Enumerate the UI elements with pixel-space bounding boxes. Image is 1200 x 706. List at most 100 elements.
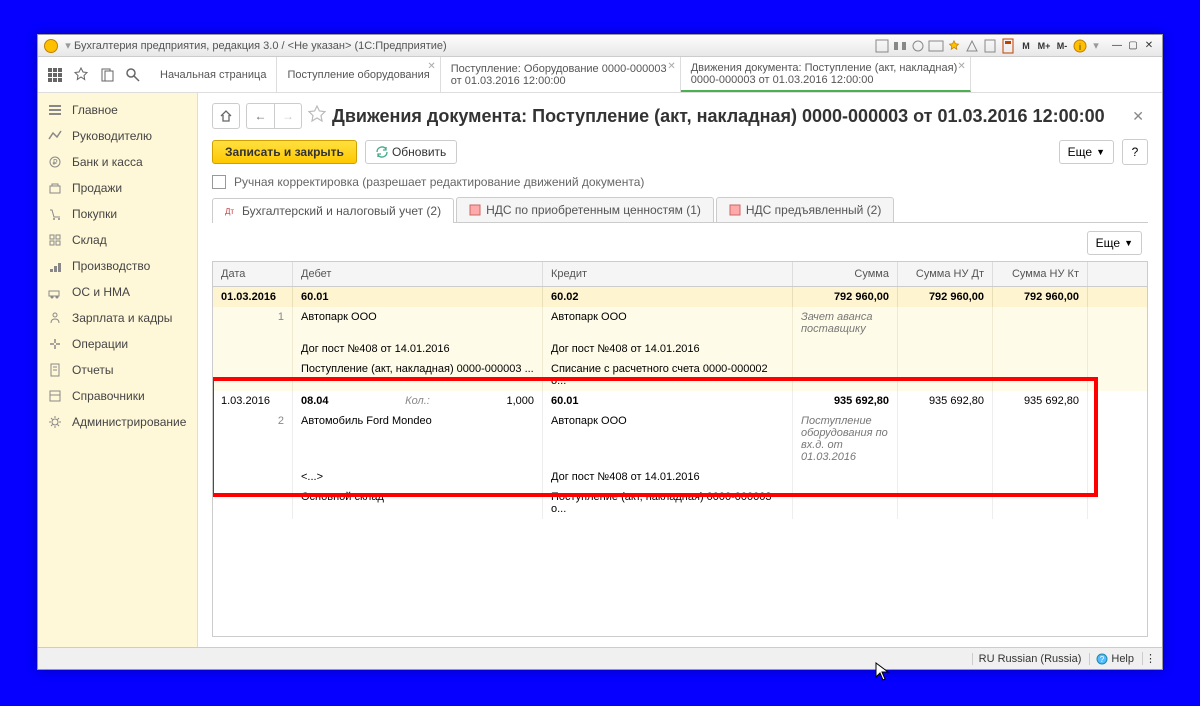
zoom-mminus[interactable]: M- xyxy=(1054,39,1070,53)
sidebar-label: Отчеты xyxy=(72,363,113,377)
info-dropdown[interactable]: ▾ xyxy=(1090,39,1102,52)
grid-header: Дата Дебет Кредит Сумма Сумма НУ Дт Сумм… xyxy=(213,262,1147,287)
tab-label: Движения документа: Поступление (акт, на… xyxy=(691,62,960,74)
col-credit[interactable]: Кредит xyxy=(543,262,793,286)
tab-close-icon[interactable]: ✕ xyxy=(667,61,675,72)
tab-equipment[interactable]: Поступление оборудования ✕ xyxy=(277,57,440,92)
sidebar: Главное Руководителю ₽Банк и касса Прода… xyxy=(38,93,198,647)
titlebar: ▾ Бухгалтерия предприятия, редакция 3.0 … xyxy=(38,35,1162,57)
favorite-toggle[interactable] xyxy=(308,105,326,128)
manual-edit-checkbox[interactable] xyxy=(212,175,226,189)
status-lang[interactable]: RU Russian (Russia) xyxy=(972,653,1082,665)
sidebar-label: Склад xyxy=(72,233,107,247)
grid-body: 01.03.2016 60.01 60.02 792 960,00 792 96… xyxy=(213,287,1147,519)
sidebar-item-salary[interactable]: Зарплата и кадры xyxy=(38,305,197,331)
svg-text:i: i xyxy=(1079,42,1081,52)
sidebar-item-admin[interactable]: Администрирование xyxy=(38,409,197,435)
zoom-m[interactable]: M xyxy=(1018,39,1034,53)
subtab-label: НДС по приобретенным ценностям (1) xyxy=(486,203,701,217)
info-icon[interactable]: i xyxy=(1072,39,1088,53)
sidebar-item-stock[interactable]: Склад xyxy=(38,227,197,253)
grid-more-button[interactable]: Еще ▼ xyxy=(1087,231,1142,255)
svg-text:Дт: Дт xyxy=(225,207,234,216)
status-help[interactable]: ?Help xyxy=(1089,653,1134,665)
sidebar-item-bank[interactable]: ₽Банк и касса xyxy=(38,149,197,175)
tb-icon-2[interactable] xyxy=(892,39,908,53)
table-row[interactable]: 1 Автопарк ООО Автопарк ООО Зачет аванса… xyxy=(213,307,1147,339)
table-row[interactable]: Основной склад Поступление (акт, накладн… xyxy=(213,487,1147,519)
window-close[interactable]: ✕ xyxy=(1142,40,1156,52)
col-sum[interactable]: Сумма xyxy=(793,262,898,286)
tab-start[interactable]: Начальная страница xyxy=(150,57,277,92)
tab-label: Поступление оборудования xyxy=(287,69,429,81)
tb-icon-1[interactable] xyxy=(874,39,890,53)
sidebar-label: Продажи xyxy=(72,181,122,195)
sidebar-item-reports[interactable]: Отчеты xyxy=(38,357,197,383)
status-resize[interactable]: ⋮ xyxy=(1142,652,1156,665)
col-debit[interactable]: Дебет xyxy=(293,262,543,286)
history-icon[interactable] xyxy=(94,58,120,92)
app-menu-dropdown[interactable]: ▾ xyxy=(62,39,74,52)
apps-icon[interactable] xyxy=(42,58,68,92)
app-window: ▾ Бухгалтерия предприятия, редакция 3.0 … xyxy=(37,34,1163,670)
home-button[interactable] xyxy=(212,103,240,129)
sidebar-item-operations[interactable]: Операции xyxy=(38,331,197,357)
table-row[interactable]: Поступление (акт, накладная) 0000-000003… xyxy=(213,359,1147,391)
svg-text:?: ? xyxy=(1100,655,1105,664)
tb-icon-5[interactable] xyxy=(964,39,980,53)
table-row[interactable]: 01.03.2016 60.01 60.02 792 960,00 792 96… xyxy=(213,287,1147,307)
more-button[interactable]: Еще ▼ xyxy=(1059,140,1114,164)
table-row[interactable]: 2 Автомобиль Ford Mondeo Автопарк ООО По… xyxy=(213,411,1147,467)
star-icon[interactable] xyxy=(68,58,94,92)
titlebar-toolbar: M M+ M- i ▾ xyxy=(874,39,1102,53)
sidebar-item-manager[interactable]: Руководителю xyxy=(38,123,197,149)
svg-text:₽: ₽ xyxy=(52,158,57,167)
sidebar-label: Покупки xyxy=(72,207,117,221)
tb-icon-6[interactable] xyxy=(982,39,998,53)
subtab-label: НДС предъявленный (2) xyxy=(746,203,881,217)
refresh-button[interactable]: Обновить xyxy=(365,140,457,164)
col-sumkt[interactable]: Сумма НУ Кт xyxy=(993,262,1088,286)
close-document[interactable]: ✕ xyxy=(1128,108,1148,125)
zoom-mplus[interactable]: M+ xyxy=(1036,39,1052,53)
sidebar-item-main[interactable]: Главное xyxy=(38,97,197,123)
save-close-button[interactable]: Записать и закрыть xyxy=(212,140,357,164)
window-maximize[interactable]: ▢ xyxy=(1126,40,1140,52)
app-icon xyxy=(44,39,58,53)
manual-edit-label: Ручная корректировка (разрешает редактир… xyxy=(234,175,644,189)
sidebar-item-production[interactable]: Производство xyxy=(38,253,197,279)
help-button[interactable]: ? xyxy=(1122,139,1148,165)
statusbar: RU Russian (Russia) ?Help ⋮ xyxy=(38,647,1162,669)
sidebar-item-sales[interactable]: Продажи xyxy=(38,175,197,201)
tb-icon-calc[interactable] xyxy=(1000,39,1016,53)
sidebar-item-refs[interactable]: Справочники xyxy=(38,383,197,409)
tab-receipt[interactable]: Поступление: Оборудование 0000-000003 от… xyxy=(441,57,681,92)
sidebar-label: Главное xyxy=(72,103,118,117)
content-area: ← → Движения документа: Поступление (акт… xyxy=(198,93,1162,647)
table-row[interactable]: Дог пост №408 от 14.01.2016 Дог пост №40… xyxy=(213,339,1147,359)
tb-icon-4[interactable] xyxy=(928,39,944,53)
table-row[interactable]: <...> Дог пост №408 от 14.01.2016 xyxy=(213,467,1147,487)
sidebar-item-purchases[interactable]: Покупки xyxy=(38,201,197,227)
window-minimize[interactable]: — xyxy=(1110,40,1124,52)
sidebar-label: Руководителю xyxy=(72,129,152,143)
search-icon[interactable] xyxy=(120,58,146,92)
back-button[interactable]: ← xyxy=(246,103,274,129)
sidebar-label: Производство xyxy=(72,259,150,273)
col-sumdt[interactable]: Сумма НУ Дт xyxy=(898,262,993,286)
tab-movements[interactable]: Движения документа: Поступление (акт, на… xyxy=(681,57,971,92)
table-row[interactable]: 1.03.2016 08.04 Кол.: 1,000 60.01 935 69… xyxy=(213,391,1147,411)
refresh-label: Обновить xyxy=(392,145,446,159)
favorite-icon[interactable] xyxy=(946,39,962,53)
tab-close-icon[interactable]: ✕ xyxy=(427,61,435,72)
tab-close-icon[interactable]: ✕ xyxy=(957,61,965,72)
tab-label: Начальная страница xyxy=(160,69,266,81)
subtab-accounting[interactable]: Дт Бухгалтерский и налоговый учет (2) xyxy=(212,198,454,223)
col-date[interactable]: Дата xyxy=(213,262,293,286)
tb-icon-3[interactable] xyxy=(910,39,926,53)
subtab-vat-presented[interactable]: НДС предъявленный (2) xyxy=(716,197,894,222)
sidebar-label: Администрирование xyxy=(72,415,186,429)
subtab-vat-acquired[interactable]: НДС по приобретенным ценностям (1) xyxy=(456,197,714,222)
forward-button[interactable]: → xyxy=(274,103,302,129)
sidebar-item-assets[interactable]: ОС и НМА xyxy=(38,279,197,305)
